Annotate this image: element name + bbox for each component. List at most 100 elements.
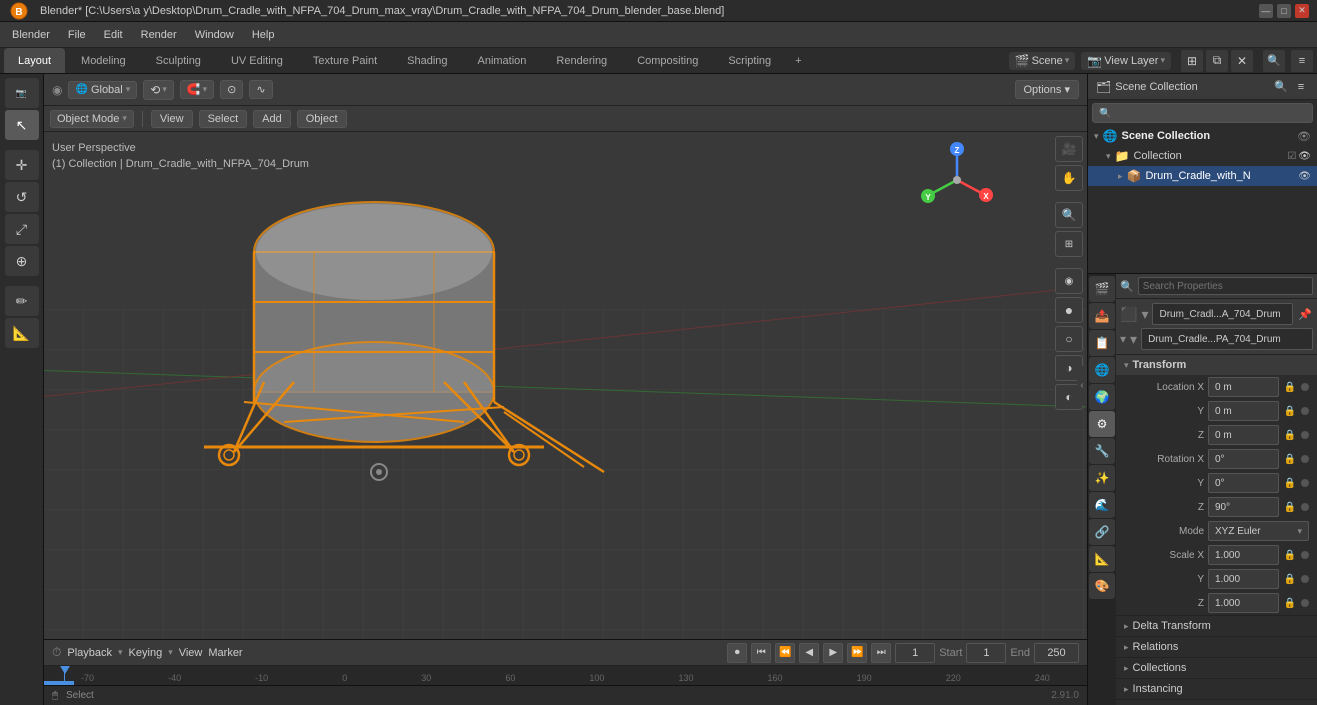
drum-cradle-item[interactable]: ▸ 📦 Drum_Cradle_with_N 👁 — [1088, 166, 1317, 186]
view-layer-selector[interactable]: View Layer — [1104, 55, 1158, 67]
menu-edit[interactable]: Edit — [96, 27, 131, 43]
tab-texture-paint[interactable]: Texture Paint — [299, 48, 391, 73]
minimize-button[interactable]: — — [1259, 4, 1273, 18]
vr-shading-wire[interactable]: ○ — [1055, 326, 1083, 352]
view-menu-tl[interactable]: View — [179, 647, 203, 659]
props-tab-modifiers[interactable]: 🔧 — [1089, 438, 1115, 464]
location-z-keyframe-dot[interactable] — [1301, 431, 1309, 439]
props-tab-object[interactable]: ⚙ — [1089, 411, 1115, 437]
viewport-canvas[interactable]: User Perspective (1) Collection | Drum_C… — [44, 132, 1087, 639]
icon-close-ws-button[interactable]: ✕ — [1231, 50, 1253, 72]
tab-layout[interactable]: Layout — [4, 48, 65, 73]
marker-menu[interactable]: Marker — [208, 647, 242, 659]
tab-shading[interactable]: Shading — [393, 48, 461, 73]
scale-x-keyframe-dot[interactable] — [1301, 551, 1309, 559]
object-menu[interactable]: Object — [297, 110, 347, 128]
scale-y-lock-icon[interactable]: 🔒 — [1283, 572, 1297, 586]
outliner-search-input[interactable] — [1092, 103, 1313, 123]
menu-window[interactable]: Window — [187, 27, 242, 43]
tab-compositing[interactable]: Compositing — [623, 48, 712, 73]
outliner-search-icon[interactable]: 🔍 — [1273, 79, 1289, 95]
tab-animation[interactable]: Animation — [464, 48, 541, 73]
location-z-lock-icon[interactable]: 🔒 — [1283, 428, 1297, 442]
current-frame-field[interactable]: 1 — [895, 643, 935, 663]
vr-move-btn[interactable]: ✋ — [1055, 165, 1083, 191]
keying-menu[interactable]: Keying — [129, 647, 163, 659]
props-tab-physics[interactable]: 🌊 — [1089, 492, 1115, 518]
location-z-value[interactable]: 0 m — [1208, 425, 1279, 445]
snapping-toggle[interactable]: 🧲 ▾ — [180, 80, 214, 99]
location-y-lock-icon[interactable]: 🔒 — [1283, 404, 1297, 418]
tab-add[interactable]: + — [787, 48, 809, 73]
props-tab-scene[interactable]: 🌐 — [1089, 357, 1115, 383]
object-pin-icon[interactable]: 📌 — [1297, 306, 1313, 322]
props-tab-view-layer[interactable]: 📋 — [1089, 330, 1115, 356]
record-button[interactable]: ⏺ — [727, 643, 747, 663]
rotation-x-keyframe-dot[interactable] — [1301, 455, 1309, 463]
tab-uv-editing[interactable]: UV Editing — [217, 48, 297, 73]
props-tab-data[interactable]: 📐 — [1089, 546, 1115, 572]
props-tab-particles[interactable]: ✨ — [1089, 465, 1115, 491]
playback-menu[interactable]: Playback — [67, 647, 112, 659]
play-reverse-button[interactable]: ◀ — [799, 643, 819, 663]
scale-x-lock-icon[interactable]: 🔒 — [1283, 548, 1297, 562]
select-menu[interactable]: Select — [199, 110, 248, 128]
vr-overlay-btn[interactable]: ◉ — [1055, 268, 1083, 294]
props-tab-world[interactable]: 🌍 — [1089, 384, 1115, 410]
vr-camera-btn[interactable]: 🎥 — [1055, 136, 1083, 162]
tab-sculpting[interactable]: Sculpting — [142, 48, 215, 73]
search-icon-ws[interactable]: 🔍 — [1263, 50, 1285, 72]
collection-view-icon[interactable]: 👁 — [1298, 151, 1311, 162]
collection-restrict-icon[interactable]: ☑ — [1287, 151, 1296, 162]
tool-measure[interactable]: 📐 — [5, 318, 39, 348]
delta-transform-header[interactable]: ▸ Delta Transform — [1116, 616, 1317, 636]
rotation-mode-dropdown[interactable]: XYZ Euler ▾ — [1208, 521, 1309, 541]
timeline-scrubber[interactable]: -70-40-1003060100130160190220240 — [44, 666, 1087, 685]
menu-blender[interactable]: Blender — [4, 27, 58, 43]
maximize-button[interactable]: □ — [1277, 4, 1291, 18]
transform-orientation-select[interactable]: 🌐 Global ▾ — [68, 81, 137, 99]
rotation-y-keyframe-dot[interactable] — [1301, 479, 1309, 487]
start-frame-field[interactable]: 1 — [966, 643, 1006, 663]
vr-shading-solid[interactable]: ● — [1055, 297, 1083, 323]
instancing-header[interactable]: ▸ Instancing — [1116, 679, 1317, 699]
scale-y-value[interactable]: 1.000 — [1208, 569, 1279, 589]
drum-cradle-view-icon[interactable]: 👁 — [1298, 171, 1311, 182]
vr-zoom-btn[interactable]: 🔍 — [1055, 202, 1083, 228]
play-button[interactable]: ▶ — [823, 643, 843, 663]
view-menu[interactable]: View — [151, 110, 193, 128]
end-frame-field[interactable]: 250 — [1034, 643, 1079, 663]
rotation-x-value[interactable]: 0° — [1208, 449, 1279, 469]
collapse-panel-arrow[interactable]: ‹ — [1077, 366, 1087, 406]
add-menu[interactable]: Add — [253, 110, 291, 128]
scene-collection-item[interactable]: ▾ 🌐 Scene Collection 👁 — [1088, 126, 1317, 146]
active-mesh-name[interactable]: Drum_Cradle...PA_704_Drum — [1141, 328, 1313, 350]
menu-help[interactable]: Help — [244, 27, 283, 43]
props-tab-output[interactable]: 📤 — [1089, 303, 1115, 329]
menu-render[interactable]: Render — [133, 27, 185, 43]
pivot-select[interactable]: ⟲ ▾ — [143, 80, 174, 100]
tool-scale[interactable]: ⤢ — [5, 214, 39, 244]
proportional-editing[interactable]: ⊙ — [220, 80, 243, 99]
filter-icon-ws[interactable]: ≡ — [1291, 50, 1313, 72]
scale-z-value[interactable]: 1.000 — [1208, 593, 1279, 613]
tool-rotate[interactable]: ↺ — [5, 182, 39, 212]
transform-header[interactable]: ▾ Transform — [1116, 355, 1317, 375]
vr-view-btn[interactable]: ⊞ — [1055, 231, 1083, 257]
location-x-value[interactable]: 0 m — [1208, 377, 1279, 397]
proportional-type[interactable]: ∿ — [249, 80, 272, 99]
scale-z-lock-icon[interactable]: 🔒 — [1283, 596, 1297, 610]
outliner-filter-icon[interactable]: ≡ — [1293, 79, 1309, 95]
rotation-x-lock-icon[interactable]: 🔒 — [1283, 452, 1297, 466]
collection-item[interactable]: ▾ 📁 Collection ☑ 👁 — [1088, 146, 1317, 166]
location-x-lock-icon[interactable]: 🔒 — [1283, 380, 1297, 394]
tab-modeling[interactable]: Modeling — [67, 48, 140, 73]
scale-z-keyframe-dot[interactable] — [1301, 599, 1309, 607]
jump-end-button[interactable]: ⏭ — [871, 643, 891, 663]
props-search-input[interactable] — [1138, 277, 1313, 295]
rotation-y-lock-icon[interactable]: 🔒 — [1283, 476, 1297, 490]
relations-header[interactable]: ▸ Relations — [1116, 637, 1317, 657]
icon-copy-button[interactable]: ⧉ — [1206, 50, 1228, 72]
props-tab-render[interactable]: 🎬 — [1089, 276, 1115, 302]
collections-header[interactable]: ▸ Collections — [1116, 658, 1317, 678]
